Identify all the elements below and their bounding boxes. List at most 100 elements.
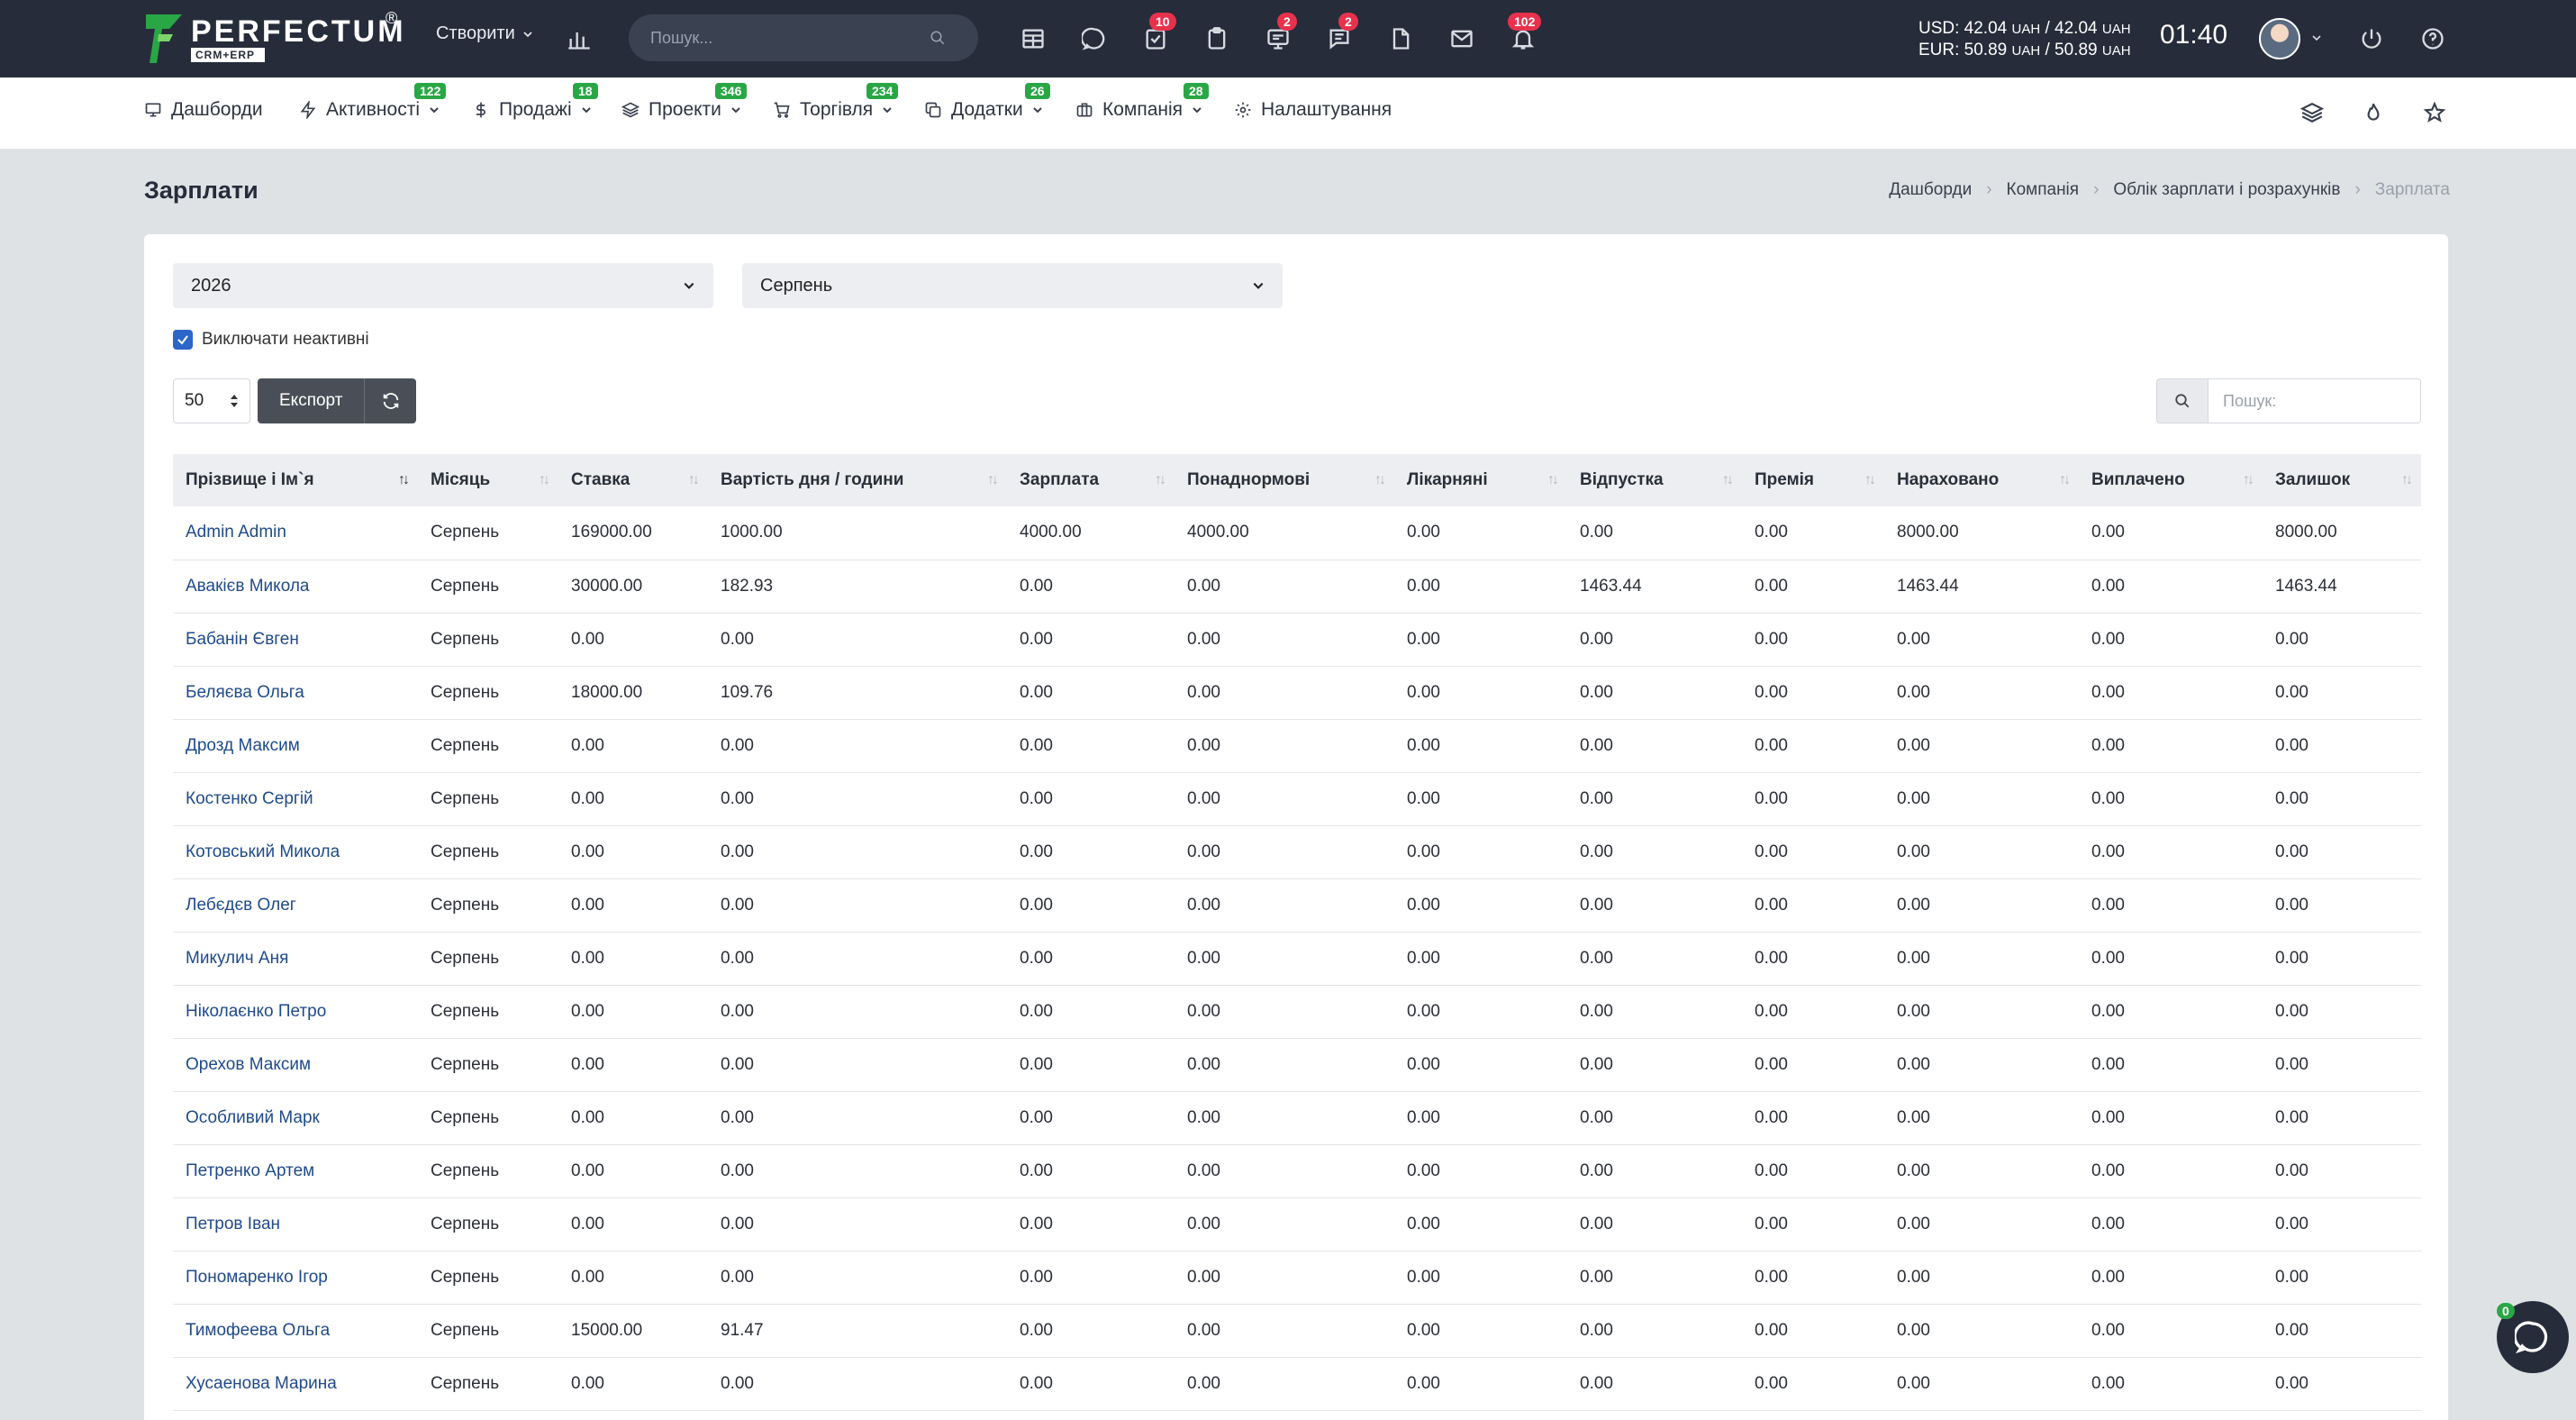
table-cell: 0.00	[1187, 629, 1220, 649]
column-header[interactable]: Відпустка ↑↓	[1567, 454, 1742, 506]
mail-icon[interactable]	[1445, 22, 1479, 56]
column-header[interactable]: Вартість дня / години ↑↓	[708, 454, 1007, 506]
power-icon[interactable]	[2354, 22, 2389, 56]
notifications-bell-icon[interactable]: 102	[1506, 13, 1542, 56]
tasks-checklist-icon[interactable]: 10	[1138, 13, 1176, 56]
table-cell: 0.00	[1580, 948, 1613, 968]
copy-icon	[925, 102, 941, 118]
column-header[interactable]: Зарплата ↑↓	[1007, 454, 1175, 506]
table-row: Костенко Сергій Серпень 0.00 0.00 0.00 0.00 0.…	[173, 772, 2421, 825]
export-button[interactable]: Експорт	[258, 378, 365, 423]
column-header[interactable]: Нараховано ↑↓	[1884, 454, 2079, 506]
logo[interactable]: PERFECTUM CRM+ERP ®	[142, 9, 404, 67]
column-header[interactable]: Понаднормові ↑↓	[1175, 454, 1394, 506]
messages-icon[interactable]: 2	[1322, 13, 1358, 56]
table-cell: 182.93	[721, 576, 774, 596]
column-header[interactable]: Залишок ↑↓	[2263, 454, 2421, 506]
notifications-badge: 102	[1508, 13, 1542, 31]
fire-icon[interactable]	[2362, 101, 2389, 128]
nav-projects[interactable]: Проекти 346	[621, 83, 748, 121]
clipboard-icon[interactable]	[1200, 22, 1234, 56]
employee-link[interactable]: Хусаенова Марина	[186, 1374, 337, 1393]
reports-chart-icon[interactable]	[562, 22, 596, 56]
document-icon[interactable]	[1383, 22, 1418, 56]
global-search[interactable]	[629, 14, 978, 61]
employee-link[interactable]: Микулич Аня	[186, 949, 288, 968]
employee-link[interactable]: Дрозд Максим	[186, 736, 300, 755]
year-select[interactable]: 2026	[173, 263, 713, 308]
nav-dashboards[interactable]: Дашборди	[144, 99, 263, 121]
column-header[interactable]: Лікарняні ↑↓	[1394, 454, 1567, 506]
table-cell: 0.00	[1407, 1054, 1440, 1074]
employee-link[interactable]: Бабанін Євген	[186, 630, 299, 649]
sort-icon: ↑↓	[1155, 472, 1166, 487]
user-avatar[interactable]	[2259, 18, 2300, 59]
employee-link[interactable]: Котовський Микола	[186, 842, 340, 861]
table-cell: 0.00	[571, 735, 604, 755]
currency-eur: EUR: 50.89	[1918, 41, 2008, 59]
column-header[interactable]: Прізвище і Ім`я ↑↓	[173, 454, 418, 506]
employee-link[interactable]: Петренко Артем	[186, 1161, 314, 1180]
nav-trade[interactable]: Торгівля 234	[773, 83, 899, 121]
breadcrumb-item[interactable]: Облік зарплати і розрахунків	[2113, 180, 2340, 200]
employee-link[interactable]: Тимофеева Ольга	[186, 1321, 330, 1340]
nav-activities[interactable]: Активності 122	[299, 83, 447, 121]
column-header[interactable]: Ставка ↑↓	[558, 454, 708, 506]
table-cell: 0.00	[2275, 1054, 2308, 1074]
table-cell: 0.00	[1407, 629, 1440, 649]
chevron-right-icon: ›	[2354, 180, 2361, 199]
nav-company[interactable]: Компанія 28	[1075, 83, 1209, 121]
layers-icon[interactable]	[2299, 101, 2327, 128]
employee-link[interactable]: Лебєдєв Олег	[186, 896, 296, 915]
breadcrumb-item[interactable]: Дашборди	[1889, 180, 1972, 200]
sort-icon: ↑↓	[987, 472, 999, 487]
nav-sales[interactable]: Продажі 18	[472, 83, 598, 121]
table-cell: 30000.00	[571, 576, 643, 596]
table-cell: 0.00	[1755, 842, 1788, 861]
table-row: Хусаенова Марина Серпень 0.00 0.00 0.00 0.00 0…	[173, 1357, 2421, 1410]
nav-settings[interactable]: Налаштування	[1234, 99, 1392, 121]
employee-link[interactable]: Пономаренко Ігор	[186, 1268, 328, 1287]
employee-link[interactable]: Беляєва Ольга	[186, 683, 304, 702]
table-cell: 0.00	[1407, 576, 1440, 596]
employee-link[interactable]: Особливий Марк	[186, 1108, 320, 1127]
chevron-down-icon	[1193, 107, 1202, 114]
table-cell: 0.00	[571, 1267, 604, 1287]
help-icon[interactable]	[2416, 22, 2450, 56]
global-search-input[interactable]	[650, 28, 930, 48]
chevron-down-icon[interactable]	[2311, 32, 2322, 43]
employee-link[interactable]: Петров Іван	[186, 1215, 280, 1233]
column-header-label: Відпустка	[1580, 470, 1664, 489]
table-cell: 0.00	[1755, 895, 1788, 915]
create-dropdown-button[interactable]: Створити	[436, 23, 533, 44]
table-cell: 0.00	[2275, 682, 2308, 702]
employee-link[interactable]: Admin Admin	[186, 523, 286, 542]
table-cell: Admin Admin	[173, 506, 418, 560]
table-cell: 0.00	[1407, 842, 1440, 861]
star-icon[interactable]	[2423, 101, 2450, 128]
month-select[interactable]: Серпень	[742, 263, 1283, 308]
breadcrumb-item[interactable]: Компанія	[2007, 180, 2080, 200]
column-header[interactable]: Премія ↑↓	[1742, 454, 1884, 506]
table-search-input[interactable]	[2209, 378, 2421, 423]
exclude-inactive-toggle[interactable]: Виключати неактивні	[173, 330, 369, 350]
refresh-button[interactable]	[364, 378, 417, 423]
table-cell: 0.00	[571, 788, 604, 808]
chat-bubble-icon[interactable]	[1077, 22, 1111, 56]
employee-link[interactable]: Костенко Сергій	[186, 789, 313, 808]
column-header-label: Вартість дня / години	[721, 470, 904, 489]
table-cell: Ніколаєнко Петро	[173, 985, 418, 1038]
page-length-select[interactable]: 50	[173, 378, 250, 423]
search-icon[interactable]	[2156, 378, 2209, 423]
table-layout-icon[interactable]	[1016, 22, 1050, 56]
employee-link[interactable]: Авакієв Микола	[186, 577, 310, 596]
main-nav: Дашборди Активності 122 Продажі 18 Проек…	[0, 77, 2576, 150]
column-header[interactable]: Місяць ↑↓	[418, 454, 558, 506]
table-cell: Дрозд Максим	[173, 719, 418, 772]
chat-monitor-icon[interactable]: 2	[1261, 13, 1297, 56]
column-header[interactable]: Виплачено ↑↓	[2079, 454, 2263, 506]
exclude-inactive-checkbox[interactable]	[173, 330, 193, 350]
employee-link[interactable]: Орехов Максим	[186, 1055, 311, 1074]
employee-link[interactable]: Ніколаєнко Петро	[186, 1002, 326, 1021]
nav-addons[interactable]: Додатки 26	[924, 83, 1050, 121]
